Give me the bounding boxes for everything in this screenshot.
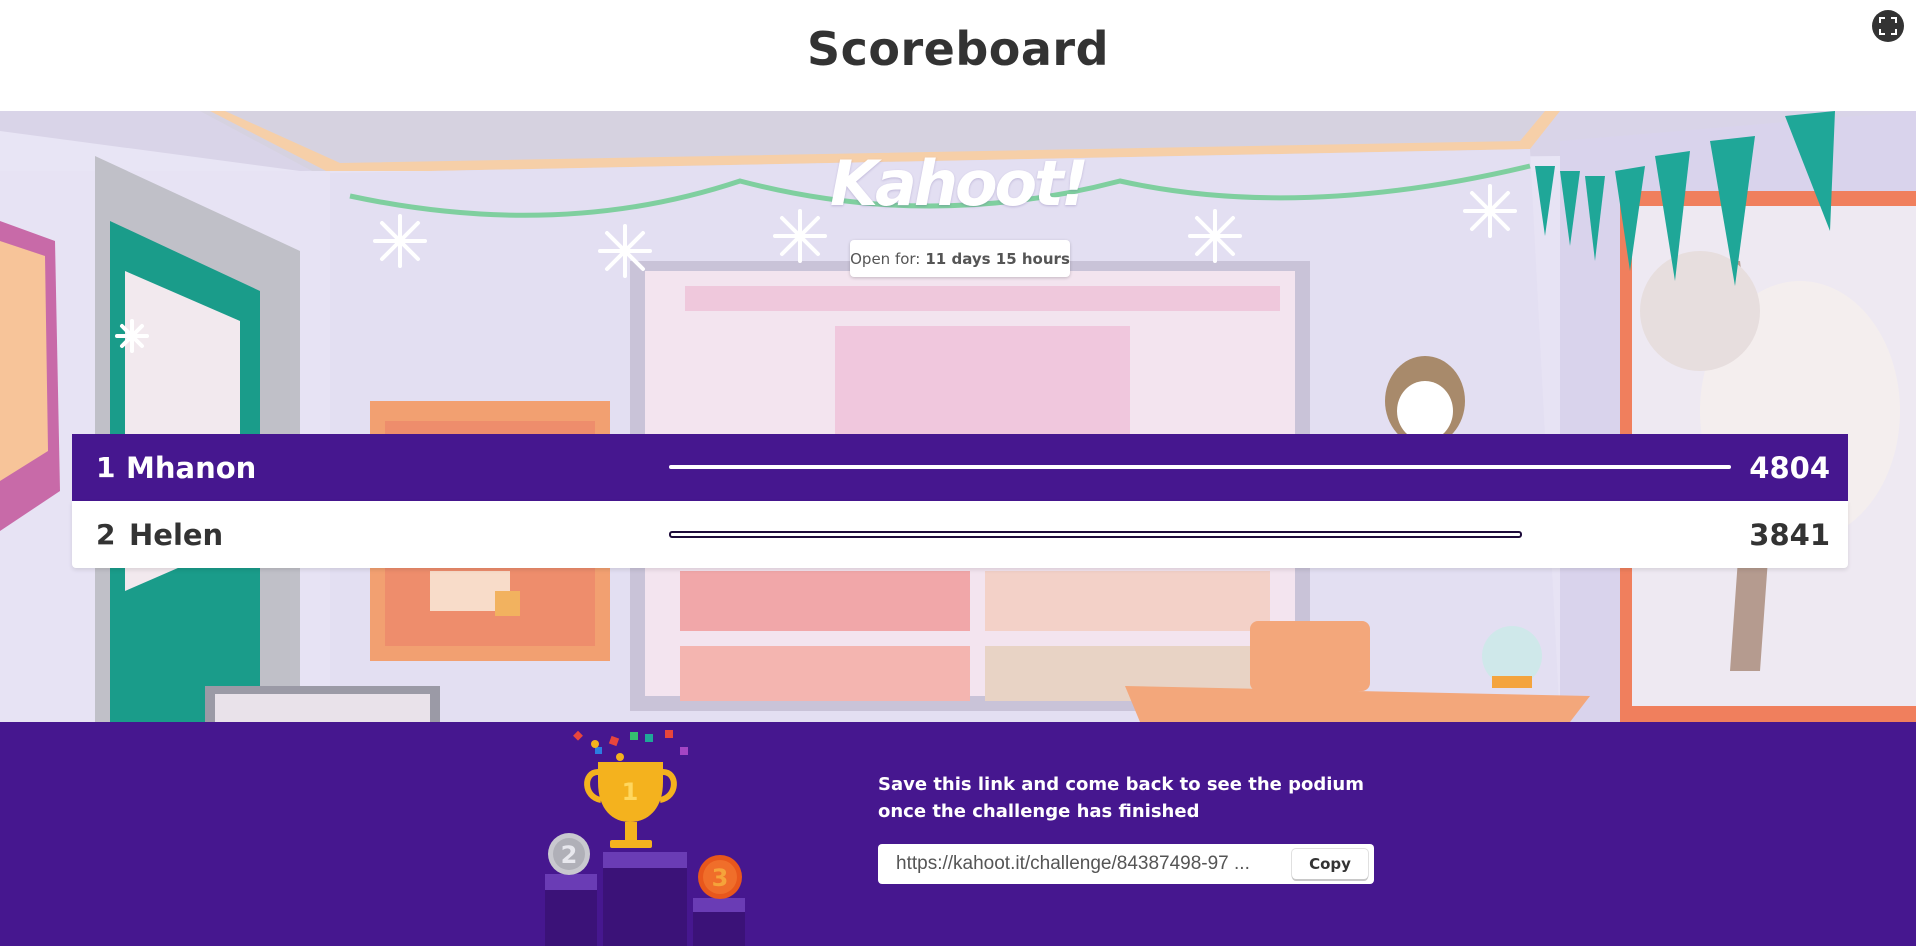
open-for-badge: Open for: 11 days 15 hours [850,240,1070,277]
page-title: Scoreboard [806,22,1110,76]
score-bar [669,465,1731,469]
footer-panel: 1 2 3 Save this link and come back to se… [0,722,1916,946]
leaderboard-row: 2 Helen 3841 [72,501,1848,568]
player-score: 3841 [1749,517,1830,552]
player-score: 4804 [1749,450,1830,485]
player-name: Mhanon [126,450,257,485]
player-name: Helen [129,517,224,552]
leaderboard-row: 1 Mhanon 4804 [72,434,1848,501]
trophy-podium-icon: 1 2 3 [545,730,745,946]
classroom-background: Kahoot! Open for: 11 days 15 hours 1 Mha… [0,111,1916,722]
fullscreen-button[interactable] [1872,10,1904,42]
fullscreen-icon [1879,17,1897,35]
header: Scoreboard [0,0,1916,111]
share-link-box: Copy [878,844,1374,884]
player-rank: 1 [96,451,116,484]
score-bar [669,531,1522,538]
challenge-link-input[interactable] [878,844,1288,884]
podium-badge-third: 3 [712,864,729,892]
player-rank: 2 [96,518,116,551]
podium-badge-second: 2 [561,841,578,869]
open-for-value: 11 days 15 hours [925,249,1070,268]
save-link-message: Save this link and come back to see the … [878,774,1364,822]
kahoot-logo: Kahoot! [829,147,1089,220]
podium-badge-first: 1 [622,778,639,806]
open-for-label: Open for: [850,249,921,268]
copy-button[interactable]: Copy [1292,849,1368,879]
